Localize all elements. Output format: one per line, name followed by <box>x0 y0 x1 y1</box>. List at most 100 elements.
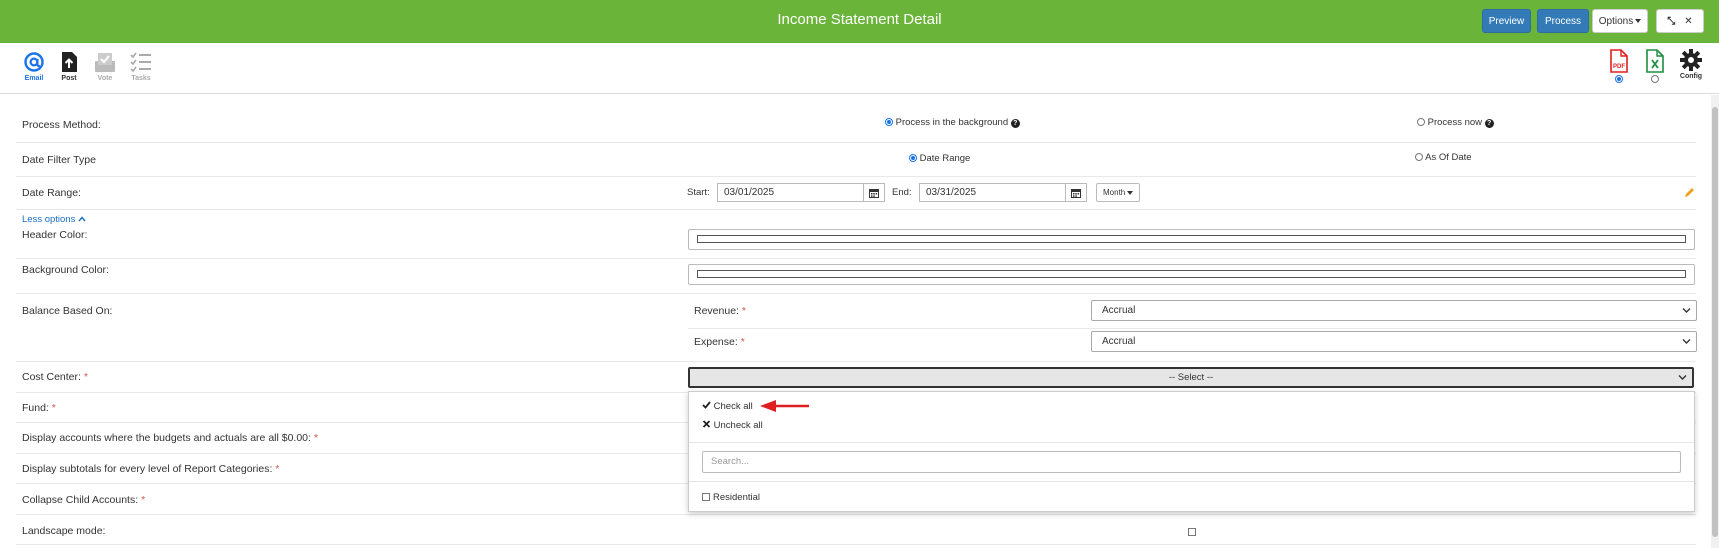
pdf-radio[interactable] <box>1615 75 1623 83</box>
help-icon[interactable]: ? <box>1010 119 1020 128</box>
balance-based-on-label: Balance Based On: <box>22 305 113 317</box>
fund-label: Fund: * <box>22 402 56 414</box>
landscape-checkbox[interactable] <box>1188 528 1196 536</box>
uncheck-all-option[interactable]: Uncheck all <box>702 420 763 431</box>
cost-center-value: -- Select -- <box>1168 372 1214 383</box>
dropdown-divider <box>689 442 1694 443</box>
header-color-picker[interactable] <box>688 229 1695 250</box>
help-icon[interactable]: ? <box>1484 119 1494 128</box>
chevron-up-icon <box>78 216 86 222</box>
less-options-label: Less options <box>22 214 76 225</box>
date-filter-type-row: Date Filter Type Date Range As Of Date <box>16 143 1696 177</box>
background-color-swatch <box>697 270 1686 278</box>
minimize-icon[interactable]: ⤡ <box>1667 16 1675 27</box>
excel-export[interactable] <box>1640 49 1670 84</box>
pdf-file-icon: PDF <box>1610 49 1628 73</box>
pdf-glyph: PDF <box>1613 64 1625 70</box>
as-of-date-radio[interactable] <box>1415 153 1423 161</box>
residential-option[interactable]: Residential <box>702 492 760 503</box>
process-background-option[interactable]: Process in the background ? <box>885 117 1020 128</box>
process-now-option[interactable]: Process now ? <box>1417 117 1494 128</box>
end-date-input[interactable]: 03/31/2025 <box>919 183 1082 202</box>
check-all-label: Check all <box>713 401 753 412</box>
start-label: Start: <box>687 187 710 198</box>
process-background-radio[interactable] <box>885 118 893 126</box>
balance-divider <box>688 328 1696 329</box>
toolbar: Email Post Vote Tasks PDF Config <box>0 43 1719 94</box>
title-bar: Income Statement Detail Preview Process … <box>0 0 1719 43</box>
header-color-swatch <box>697 235 1686 243</box>
expense-select[interactable]: Accrual <box>1091 331 1697 352</box>
pdf-export[interactable]: PDF <box>1604 49 1634 84</box>
caret-down-icon <box>1127 190 1134 195</box>
chevron-down-icon <box>1678 375 1687 380</box>
revenue-value: Accrual <box>1102 305 1136 316</box>
x-icon <box>702 420 711 428</box>
tasks-tool: Tasks <box>126 51 156 82</box>
date-range-row: Date Range: Start: 03/01/2025 End: 03/31… <box>16 177 1696 210</box>
cost-center-label: Cost Center: * <box>22 371 88 383</box>
process-button[interactable]: Process <box>1537 9 1589 33</box>
options-label: Options <box>1598 16 1634 27</box>
display-zero-label: Display accounts where the budgets and a… <box>22 432 318 444</box>
at-sign-icon <box>24 52 44 72</box>
vote-label: Vote <box>97 75 113 82</box>
landscape-label: Landscape mode: <box>22 525 106 537</box>
start-calendar-button[interactable] <box>863 183 885 202</box>
chevron-down-icon <box>1682 339 1691 344</box>
background-color-picker[interactable] <box>688 264 1695 285</box>
process-now-label: Process now <box>1427 117 1483 128</box>
uncheck-all-label: Uncheck all <box>713 420 763 431</box>
date-range-label: Date Range: <box>22 187 81 199</box>
date-range-radio[interactable] <box>909 154 917 162</box>
background-color-label: Background Color: <box>22 264 109 276</box>
residential-checkbox[interactable] <box>702 493 710 501</box>
less-options-link[interactable]: Less options <box>22 214 86 225</box>
post-tool[interactable]: Post <box>54 51 84 82</box>
gear-icon <box>1680 49 1702 71</box>
end-label: End: <box>892 187 912 198</box>
dropdown-divider <box>689 481 1694 482</box>
header-color-label: Header Color: <box>22 229 88 241</box>
process-now-radio[interactable] <box>1417 118 1425 126</box>
as-of-date-label: As Of Date <box>1425 152 1472 163</box>
date-range-option[interactable]: Date Range <box>909 153 970 164</box>
vote-tool: Vote <box>90 51 120 82</box>
revenue-label: Revenue: * <box>694 305 746 317</box>
end-calendar-button[interactable] <box>1065 183 1087 202</box>
balance-based-on-row: Balance Based On: Revenue: * Accrual Exp… <box>16 294 1697 362</box>
calendar-icon <box>869 189 879 198</box>
excel-radio[interactable] <box>1651 75 1659 83</box>
tasks-list-icon <box>130 52 151 73</box>
calendar-icon <box>1071 189 1081 198</box>
revenue-select[interactable]: Accrual <box>1091 300 1697 321</box>
window-controls: ⤡ ✕ <box>1656 9 1704 33</box>
preview-button[interactable]: Preview <box>1482 9 1531 33</box>
process-background-label: Process in the background <box>895 117 1009 128</box>
post-label: Post <box>61 75 77 82</box>
period-dropdown[interactable]: Month <box>1096 183 1140 202</box>
date-filter-type-label: Date Filter Type <box>22 154 96 166</box>
chevron-down-icon <box>1682 308 1691 313</box>
process-method-row: Process Method: Process in the backgroun… <box>16 109 1696 143</box>
check-icon <box>702 401 711 409</box>
options-button[interactable]: Options <box>1592 9 1648 33</box>
tasks-label: Tasks <box>131 75 151 82</box>
landscape-row: Landscape mode: <box>16 515 1696 545</box>
residential-label: Residential <box>713 492 760 503</box>
start-date-input[interactable]: 03/01/2025 <box>717 183 880 202</box>
close-icon[interactable]: ✕ <box>1684 16 1692 27</box>
as-of-date-option[interactable]: As Of Date <box>1415 152 1472 163</box>
excel-file-icon <box>1646 49 1664 73</box>
caret-down-icon <box>1635 19 1642 24</box>
email-tool[interactable]: Email <box>19 51 49 82</box>
expense-label: Expense: * <box>694 336 745 348</box>
pencil-icon[interactable] <box>1684 187 1695 198</box>
expense-value: Accrual <box>1102 336 1136 347</box>
dropdown-search-input[interactable]: Search... <box>702 451 1681 473</box>
date-range-option-label: Date Range <box>919 153 971 164</box>
config-tool[interactable]: Config <box>1676 49 1706 80</box>
cost-center-select[interactable]: -- Select -- <box>688 367 1694 388</box>
check-all-option[interactable]: Check all <box>702 401 753 412</box>
display-subtotals-label: Display subtotals for every level of Rep… <box>22 463 280 475</box>
